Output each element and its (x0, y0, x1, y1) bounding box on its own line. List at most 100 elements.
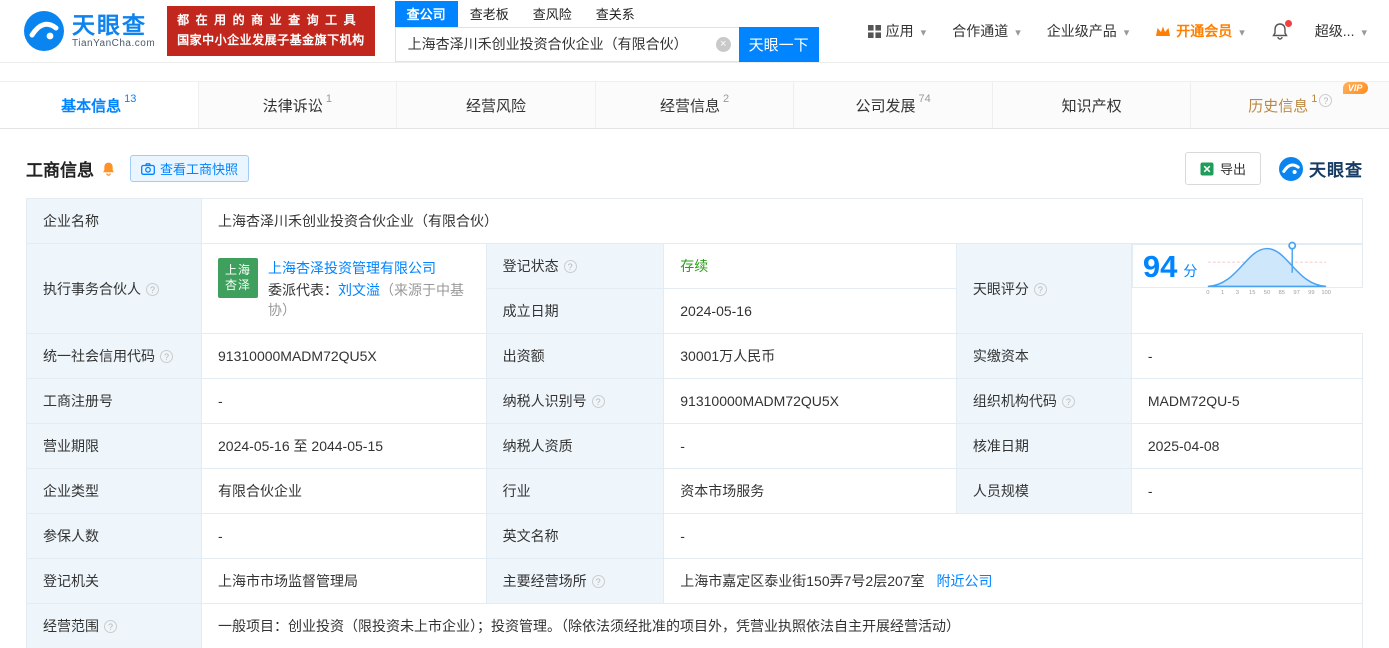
help-icon[interactable] (1061, 395, 1075, 408)
excel-icon (1200, 162, 1214, 175)
tab-count: 1 (325, 93, 332, 105)
label-tianyan-score: 天眼评分 (955, 243, 1132, 334)
search-tab-company[interactable]: 查公司 (394, 0, 458, 27)
search-button[interactable]: 天眼一下 (738, 26, 819, 62)
table-row: 执行事务合伙人 上海 杏泽 上海杏泽投资管理有限公司 委派代表：刘文溢（来源于中… (25, 241, 1363, 334)
table-row: 登记机关 上海市市场监督管理局 主要经营场所 上海市嘉定区泰业街150弄7号2层… (25, 558, 1363, 604)
label-english-name: 英文名称 (485, 513, 665, 559)
help-icon[interactable] (160, 350, 173, 363)
address-text: 上海市嘉定区泰业街150弄7号2层207室 (680, 573, 925, 589)
rep-name-link[interactable]: 刘文溢 (338, 282, 380, 298)
snapshot-button-label: 查看工商快照 (160, 162, 239, 177)
slogan-line2: 国家中小企业发展子基金旗下机构 (177, 33, 365, 47)
nav-open-membership[interactable]: 开通会员 (1155, 21, 1245, 41)
nav-partner-channel[interactable]: 合作通道 (952, 21, 1021, 41)
label-business-scope: 经营范围 (25, 603, 203, 648)
logo-subtitle: TianYanCha.com (72, 37, 156, 49)
table-row: 工商注册号 - 纳税人识别号 91310000MADM72QU5X 组织机构代码… (25, 378, 1364, 424)
nav-enterprise-product[interactable]: 企业级产品 (1047, 21, 1130, 41)
tianyancha-mini-icon (1279, 156, 1303, 181)
value-insured-count: - (201, 513, 487, 559)
help-icon[interactable] (1033, 282, 1047, 296)
score-distribution-chart: 0 1 3 15 50 85 97 99 100 (1207, 241, 1332, 296)
label-org-code: 组织机构代码 (955, 378, 1132, 424)
label-company-type: 企业类型 (25, 468, 203, 514)
value-staff-size: - (1130, 468, 1364, 514)
help-icon[interactable] (104, 620, 117, 633)
table-row: 企业名称 上海杏泽川禾创业投资合伙企业（有限合伙） (25, 198, 1363, 244)
tab-operating-risk[interactable]: 经营风险 (397, 82, 596, 128)
label-staff-size: 人员规模 (955, 468, 1132, 514)
table-row: 经营范围 一般项目：创业投资（限投资未上市企业）；投资管理。（除依法须经批准的项… (25, 603, 1363, 648)
search-tab-boss[interactable]: 查老板 (458, 1, 521, 27)
nav-channel-label: 合作通道 (952, 23, 1009, 39)
tianyancha-logo-icon (24, 11, 64, 51)
value-taxpayer-id: 91310000MADM72QU5X (663, 378, 957, 424)
help-icon[interactable] (591, 575, 605, 588)
help-icon[interactable] (591, 395, 605, 408)
value-establish-date: 2024-05-16 (663, 288, 957, 334)
snapshot-button[interactable]: 查看工商快照 (130, 155, 250, 182)
value-business-address: 上海市嘉定区泰业街150弄7号2层207室 附近公司 (663, 558, 1363, 604)
value-company-type: 有限合伙企业 (201, 468, 487, 514)
tab-history-info[interactable]: 历史信息1 VIP (1191, 81, 1389, 128)
label-business-address: 主要经营场所 (485, 558, 665, 604)
notification-bell[interactable] (1271, 20, 1292, 40)
label-insured-count: 参保人数 (25, 513, 203, 559)
help-icon[interactable] (563, 260, 577, 273)
partner-company-link[interactable]: 上海杏泽投资管理有限公司 (268, 260, 436, 276)
section-bar: 工商信息 查看工商快照 导出 天眼查 (26, 152, 1363, 185)
label-capital: 出资额 (485, 333, 665, 379)
tab-operating-info[interactable]: 经营信息 2 (596, 82, 795, 128)
crown-icon (1156, 26, 1171, 36)
value-org-code: MADM72QU-5 (1130, 378, 1364, 424)
export-button[interactable]: 导出 (1184, 152, 1261, 185)
tick-label: 100 (1322, 290, 1332, 296)
label-registration-status: 登记状态 (485, 243, 665, 289)
value-registration-number: - (201, 378, 487, 424)
label-executive-partner: 执行事务合伙人 (25, 243, 203, 334)
header-nav: 应用 合作通道 企业级产品 开通会员 超级... (867, 20, 1367, 41)
tab-label: 历史信息 (1248, 97, 1309, 115)
chart-x-ticks: 0 1 3 15 50 85 97 99 100 (1207, 290, 1332, 296)
label-taxpayer-quality: 纳税人资质 (485, 423, 665, 469)
clear-icon[interactable]: × (715, 36, 731, 52)
tab-company-development[interactable]: 公司发展 74 (794, 82, 993, 128)
nav-app[interactable]: 应用 (867, 21, 927, 41)
app-grid-icon (867, 24, 881, 38)
table-row: 企业类型 有限合伙企业 行业 资本市场服务 人员规模 - (25, 468, 1364, 514)
help-icon[interactable] (146, 282, 159, 296)
tab-intellectual-property[interactable]: 知识产权 (993, 82, 1192, 128)
value-credit-code: 91310000MADM72QU5X (201, 333, 487, 379)
company-avatar[interactable]: 上海 杏泽 (218, 257, 259, 298)
rep-label: 委派代表： (268, 281, 339, 298)
value-executive-partner: 上海 杏泽 上海杏泽投资管理有限公司 委派代表：刘文溢（来源于中基协） (201, 243, 487, 334)
tab-legal-proceedings[interactable]: 法律诉讼 1 (199, 82, 398, 128)
label-credit-code: 统一社会信用代码 (25, 333, 203, 379)
value-paid-capital: - (1130, 333, 1364, 379)
value-registration-status: 存续 (663, 243, 957, 289)
alert-bell-icon[interactable] (101, 161, 116, 176)
vip-badge: VIP (1342, 81, 1369, 94)
section-title: 工商信息 (26, 161, 94, 180)
tab-basic-info[interactable]: 基本信息 13 (0, 82, 199, 128)
tick-label: 97 (1294, 290, 1300, 296)
nav-super-member[interactable]: 超级... (1315, 21, 1367, 41)
status-badge: 存续 (680, 258, 709, 274)
value-tianyan-score: 94 分 0 1 3 15 50 85 97 99 100 (1131, 241, 1363, 296)
search-tab-risk[interactable]: 查风险 (521, 1, 584, 27)
chevron-down-icon (919, 23, 927, 39)
value-approval-date: 2025-04-08 (1130, 423, 1364, 469)
tab-label: 经营风险 (465, 97, 526, 115)
nearby-companies-link[interactable]: 附近公司 (936, 573, 992, 589)
help-icon[interactable] (1319, 93, 1333, 107)
section-bar-right: 导出 天眼查 (1184, 152, 1363, 185)
search-input[interactable] (394, 26, 739, 62)
chevron-down-icon (1122, 23, 1130, 39)
tick-label: 99 (1308, 290, 1314, 296)
nav-membership-label: 开通会员 (1176, 23, 1233, 39)
tianyancha-logo[interactable]: 天眼查 TianYanCha.com (24, 11, 155, 51)
search-tab-relation[interactable]: 查关系 (584, 1, 647, 27)
logo-title: 天眼查 (72, 11, 147, 38)
nav-app-label: 应用 (885, 23, 914, 39)
